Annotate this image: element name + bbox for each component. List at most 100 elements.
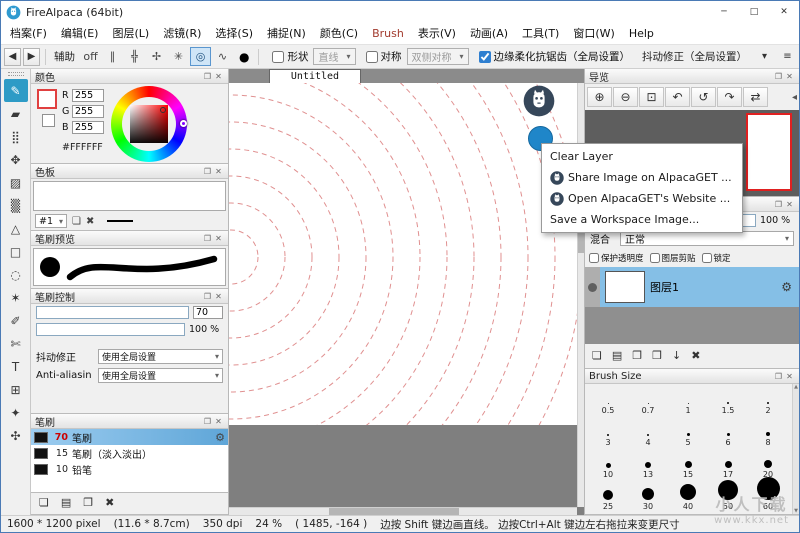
rotate-reset-button[interactable]: ↺ — [691, 87, 716, 107]
snap-off-button[interactable]: off — [80, 47, 101, 66]
close-panel-icon[interactable]: ✕ — [213, 292, 224, 301]
clipping-checkbox[interactable]: 图层剪贴 — [650, 252, 696, 264]
fill-tool[interactable]: ▨ — [4, 171, 28, 194]
jitter-correction-select[interactable]: 使用全局设置 ▾ — [98, 349, 223, 364]
text-tool[interactable]: T — [4, 355, 28, 378]
dot-tool[interactable]: ⣿ — [4, 125, 28, 148]
brush-size-option[interactable]: 1.5 — [708, 384, 748, 416]
close-panel-icon[interactable]: ✕ — [213, 72, 224, 81]
brush-size-scrollbar[interactable]: ▲▼ — [792, 384, 799, 514]
clear-layer-item[interactable]: Clear Layer — [542, 146, 742, 167]
zoom-in-button[interactable]: ⊕ — [587, 87, 612, 107]
menu-tool[interactable]: 工具(T) — [515, 23, 566, 45]
snap-circular-button[interactable]: ◎ — [190, 47, 211, 66]
brush-settings-icon[interactable]: ⚙ — [215, 431, 225, 444]
menu-color[interactable]: 颜色(C) — [313, 23, 365, 45]
layer-thumbnail[interactable] — [605, 271, 645, 303]
document-tab[interactable]: Untitled — [269, 69, 361, 83]
brush-size-input[interactable] — [193, 306, 223, 319]
menu-file[interactable]: 档案(F) — [3, 23, 54, 45]
brush-size-option[interactable]: 3 — [588, 416, 628, 448]
menu-animation[interactable]: 动画(A) — [463, 23, 515, 45]
brush-size-option[interactable]: 50 — [708, 480, 748, 512]
delete-palette-color-button[interactable]: ✖ — [86, 216, 94, 227]
save-workspace-item[interactable]: Save a Workspace Image... — [542, 209, 742, 230]
collapse-left-panel-button[interactable]: ◀ — [4, 48, 21, 66]
brush-size-option[interactable]: 13 — [628, 448, 668, 480]
close-panel-icon[interactable]: ✕ — [213, 167, 224, 176]
toolbar-overflow-button[interactable]: ≡ — [779, 48, 796, 66]
palette-swatch-list[interactable] — [33, 181, 226, 211]
close-button[interactable]: ✕ — [769, 1, 799, 23]
eyedropper-tool[interactable]: ✦ — [4, 401, 28, 424]
move-tool[interactable]: ✥ — [4, 148, 28, 171]
rotate-ccw-button[interactable]: ↶ — [665, 87, 690, 107]
background-color-swatch[interactable] — [42, 114, 55, 127]
hand-tool[interactable]: ✣ — [4, 424, 28, 447]
palette-select[interactable]: #1 ▾ — [35, 214, 67, 228]
layer-visibility-toggle[interactable] — [585, 267, 600, 307]
foreground-color-swatch[interactable] — [37, 89, 57, 109]
brush-size-option[interactable]: 15 — [668, 448, 708, 480]
brush-list-item[interactable]: 70 笔刷 ⚙ — [31, 429, 228, 445]
brush-size-option[interactable]: 1 — [668, 384, 708, 416]
snap-curve-button[interactable]: ∿ — [212, 47, 233, 66]
menu-filter[interactable]: 滤镜(R) — [156, 23, 208, 45]
float-panel-icon[interactable]: ❐ — [202, 417, 213, 426]
scrollbar-thumb[interactable] — [329, 508, 459, 515]
flip-horizontal-button[interactable]: ⇄ — [743, 87, 768, 107]
share-image-item[interactable]: Share Image on AlpacaGET ... — [542, 167, 742, 188]
figure-tool[interactable]: △ — [4, 217, 28, 240]
saturation-value-square[interactable] — [130, 105, 168, 143]
add-brush-button[interactable]: ❏ — [39, 496, 49, 509]
shape-checkbox[interactable] — [272, 51, 284, 63]
zoom-out-button[interactable]: ⊖ — [613, 87, 638, 107]
close-panel-icon[interactable]: ✕ — [784, 200, 795, 209]
delete-brush-button[interactable]: ✖ — [105, 496, 114, 509]
symmetry-checkbox[interactable] — [366, 51, 378, 63]
float-panel-icon[interactable]: ❐ — [773, 372, 784, 381]
brush-size-option[interactable]: 40 — [668, 480, 708, 512]
lock-checkbox[interactable]: 锁定 — [702, 252, 731, 264]
brush-size-option[interactable]: 4 — [628, 416, 668, 448]
close-panel-icon[interactable]: ✕ — [213, 234, 224, 243]
green-input[interactable] — [72, 105, 104, 118]
float-panel-icon[interactable]: ❐ — [202, 234, 213, 243]
select-eraser-tool[interactable]: ✄ — [4, 332, 28, 355]
gradient-tool[interactable]: ▒ — [4, 194, 28, 217]
brush-opacity-slider[interactable] — [36, 323, 185, 336]
snap-parallel-button[interactable]: ∥ — [102, 47, 123, 66]
brush-list-item[interactable]: 10 铅笔 — [31, 461, 228, 477]
blue-input[interactable] — [72, 121, 104, 134]
snap-radial-button[interactable]: ✳ — [168, 47, 189, 66]
menu-view[interactable]: 表示(V) — [411, 23, 463, 45]
float-panel-icon[interactable]: ❐ — [202, 167, 213, 176]
maximize-button[interactable]: □ — [739, 1, 769, 23]
brush-size-option[interactable]: 25 — [588, 480, 628, 512]
zoom-fit-button[interactable]: ⊡ — [639, 87, 664, 107]
navigator-view-rect[interactable] — [746, 113, 792, 191]
select-rect-tool[interactable]: □ — [4, 240, 28, 263]
brush-size-option[interactable]: 0.7 — [628, 384, 668, 416]
float-panel-icon[interactable]: ❐ — [773, 200, 784, 209]
transfer-layer-button[interactable]: ❒ — [652, 349, 662, 362]
brush-size-option[interactable]: 0.5 — [588, 384, 628, 416]
antialiasing-select[interactable]: 使用全局设置 ▾ — [98, 368, 223, 383]
symmetry-type-select[interactable]: 双侧对称 ▾ — [407, 48, 469, 65]
brush-size-option[interactable]: 2 — [748, 384, 788, 416]
brush-size-option[interactable]: 20 — [748, 448, 788, 480]
brush-size-option[interactable]: 10 — [588, 448, 628, 480]
duplicate-layer-button[interactable]: ❐ — [632, 349, 642, 362]
brush-size-option[interactable]: 5 — [668, 416, 708, 448]
lasso-tool[interactable]: ◌ — [4, 263, 28, 286]
protect-alpha-checkbox[interactable]: 保护透明度 — [589, 252, 644, 264]
color-wheel[interactable] — [111, 86, 187, 162]
add-layer-button[interactable]: ❏ — [592, 349, 602, 362]
brush-list-item[interactable]: 15 笔刷（淡入淡出） — [31, 445, 228, 461]
jitter-dropdown-button[interactable]: ▾ — [756, 48, 773, 66]
merge-down-button[interactable]: ↓ — [672, 349, 681, 362]
minimize-button[interactable]: ─ — [709, 1, 739, 23]
float-panel-icon[interactable]: ❐ — [773, 72, 784, 81]
layer-settings-icon[interactable]: ⚙ — [781, 280, 792, 294]
eraser-tool[interactable]: ▰ — [4, 102, 28, 125]
